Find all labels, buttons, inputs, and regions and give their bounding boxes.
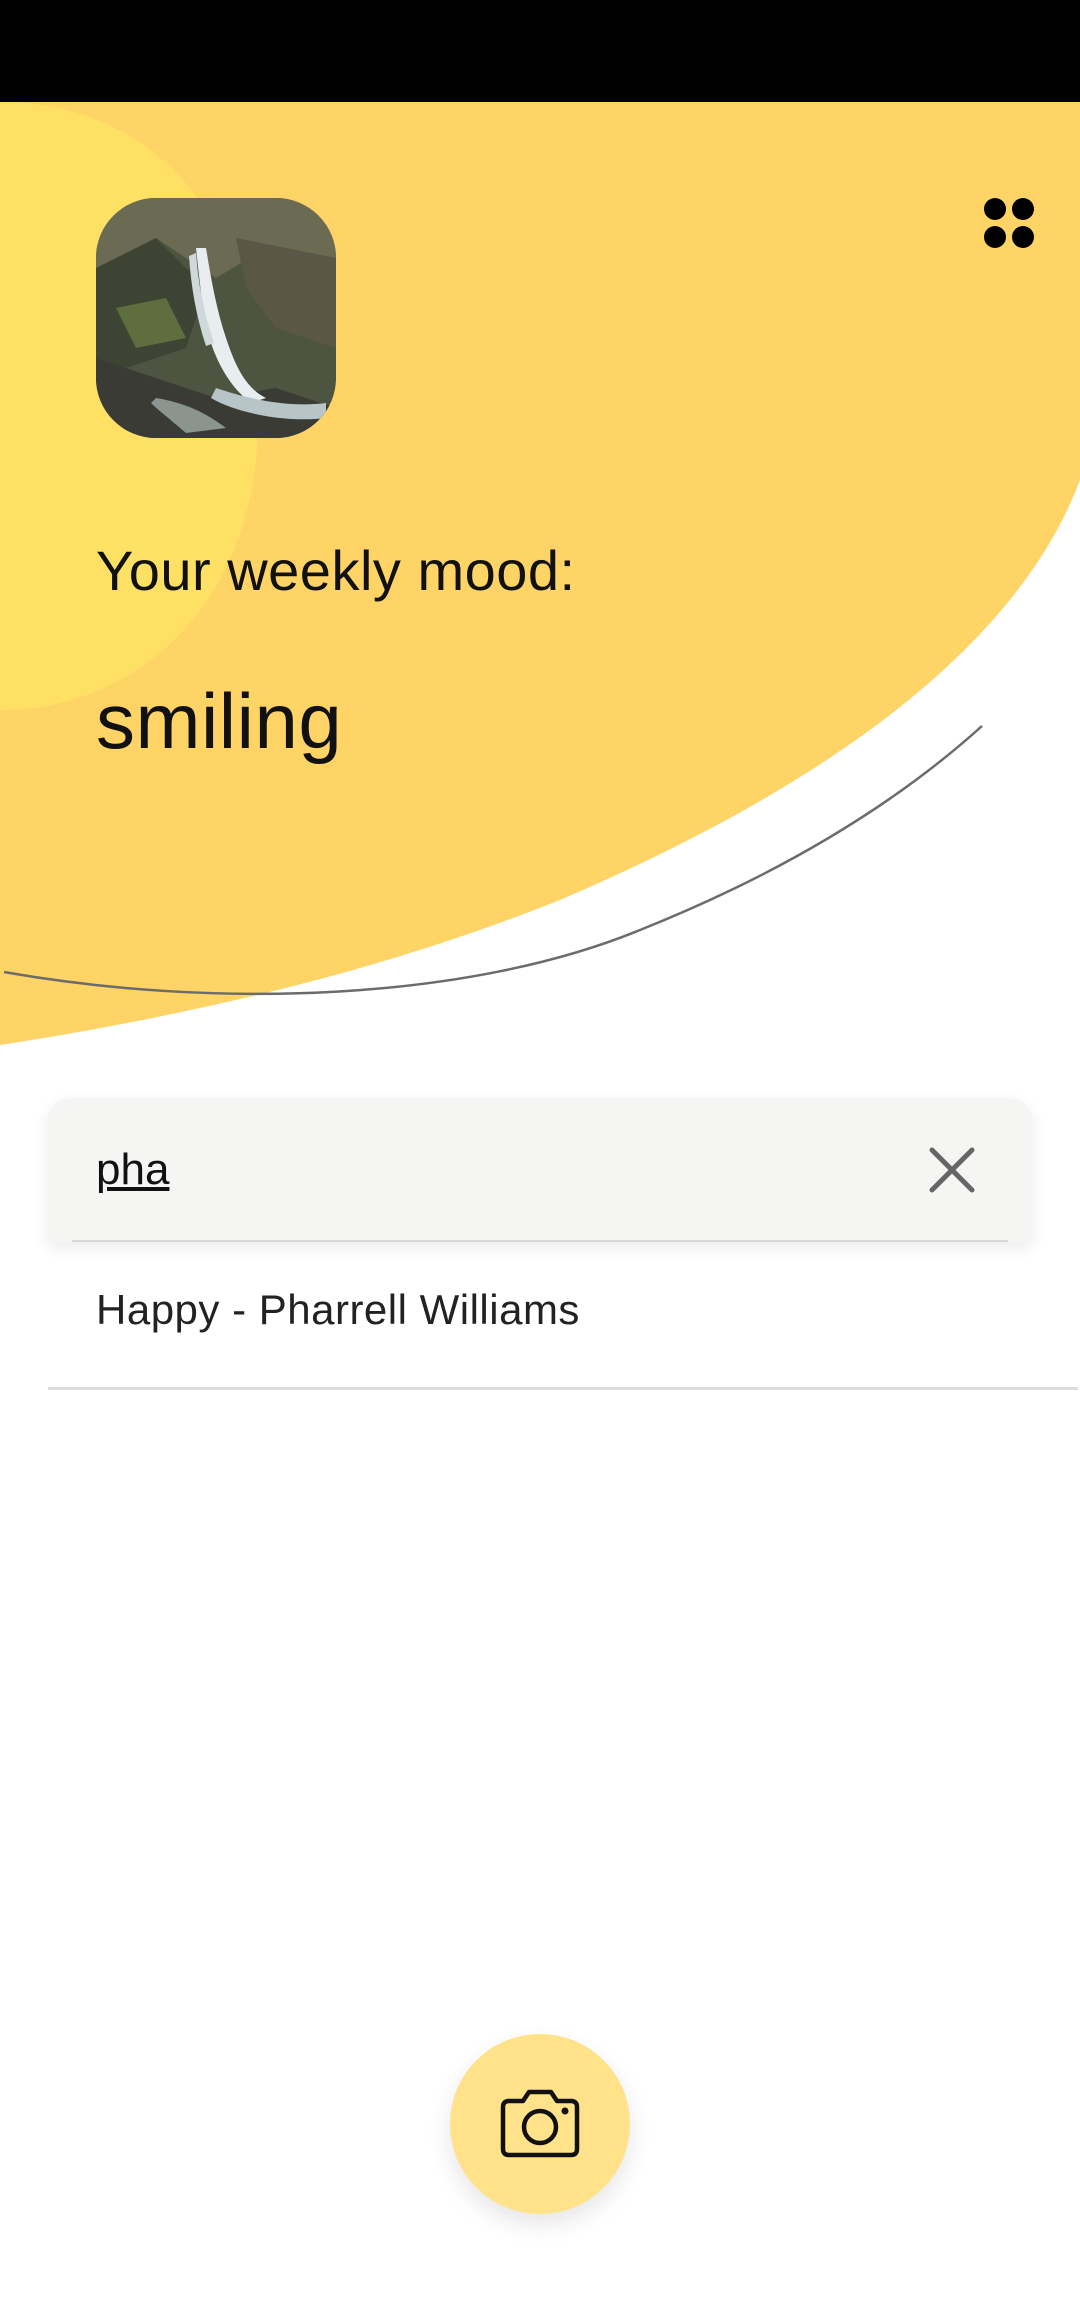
camera-icon [500,2089,580,2158]
search-result-label: Happy - Pharrell Williams [96,1286,580,1333]
close-icon [929,1147,975,1193]
menu-button[interactable] [978,192,1038,252]
waterfall-photo [96,198,336,438]
search-input[interactable] [96,1140,896,1200]
divider [48,1387,1078,1390]
grid-dot [1012,226,1034,248]
camera-button[interactable] [450,2034,630,2214]
search-underline [72,1240,1008,1242]
clear-search-button[interactable] [918,1136,986,1204]
mood-value: smiling [96,677,343,765]
grid-dot [1012,198,1034,220]
search-result-item[interactable]: Happy - Pharrell Williams [48,1262,1078,1390]
status-bar [0,0,1080,102]
weekly-mood-label: Your weekly mood: [96,539,576,602]
search-box [48,1098,1032,1242]
grid-dot [984,226,1006,248]
grid-dots-icon [984,198,1006,220]
avatar[interactable] [96,198,336,438]
